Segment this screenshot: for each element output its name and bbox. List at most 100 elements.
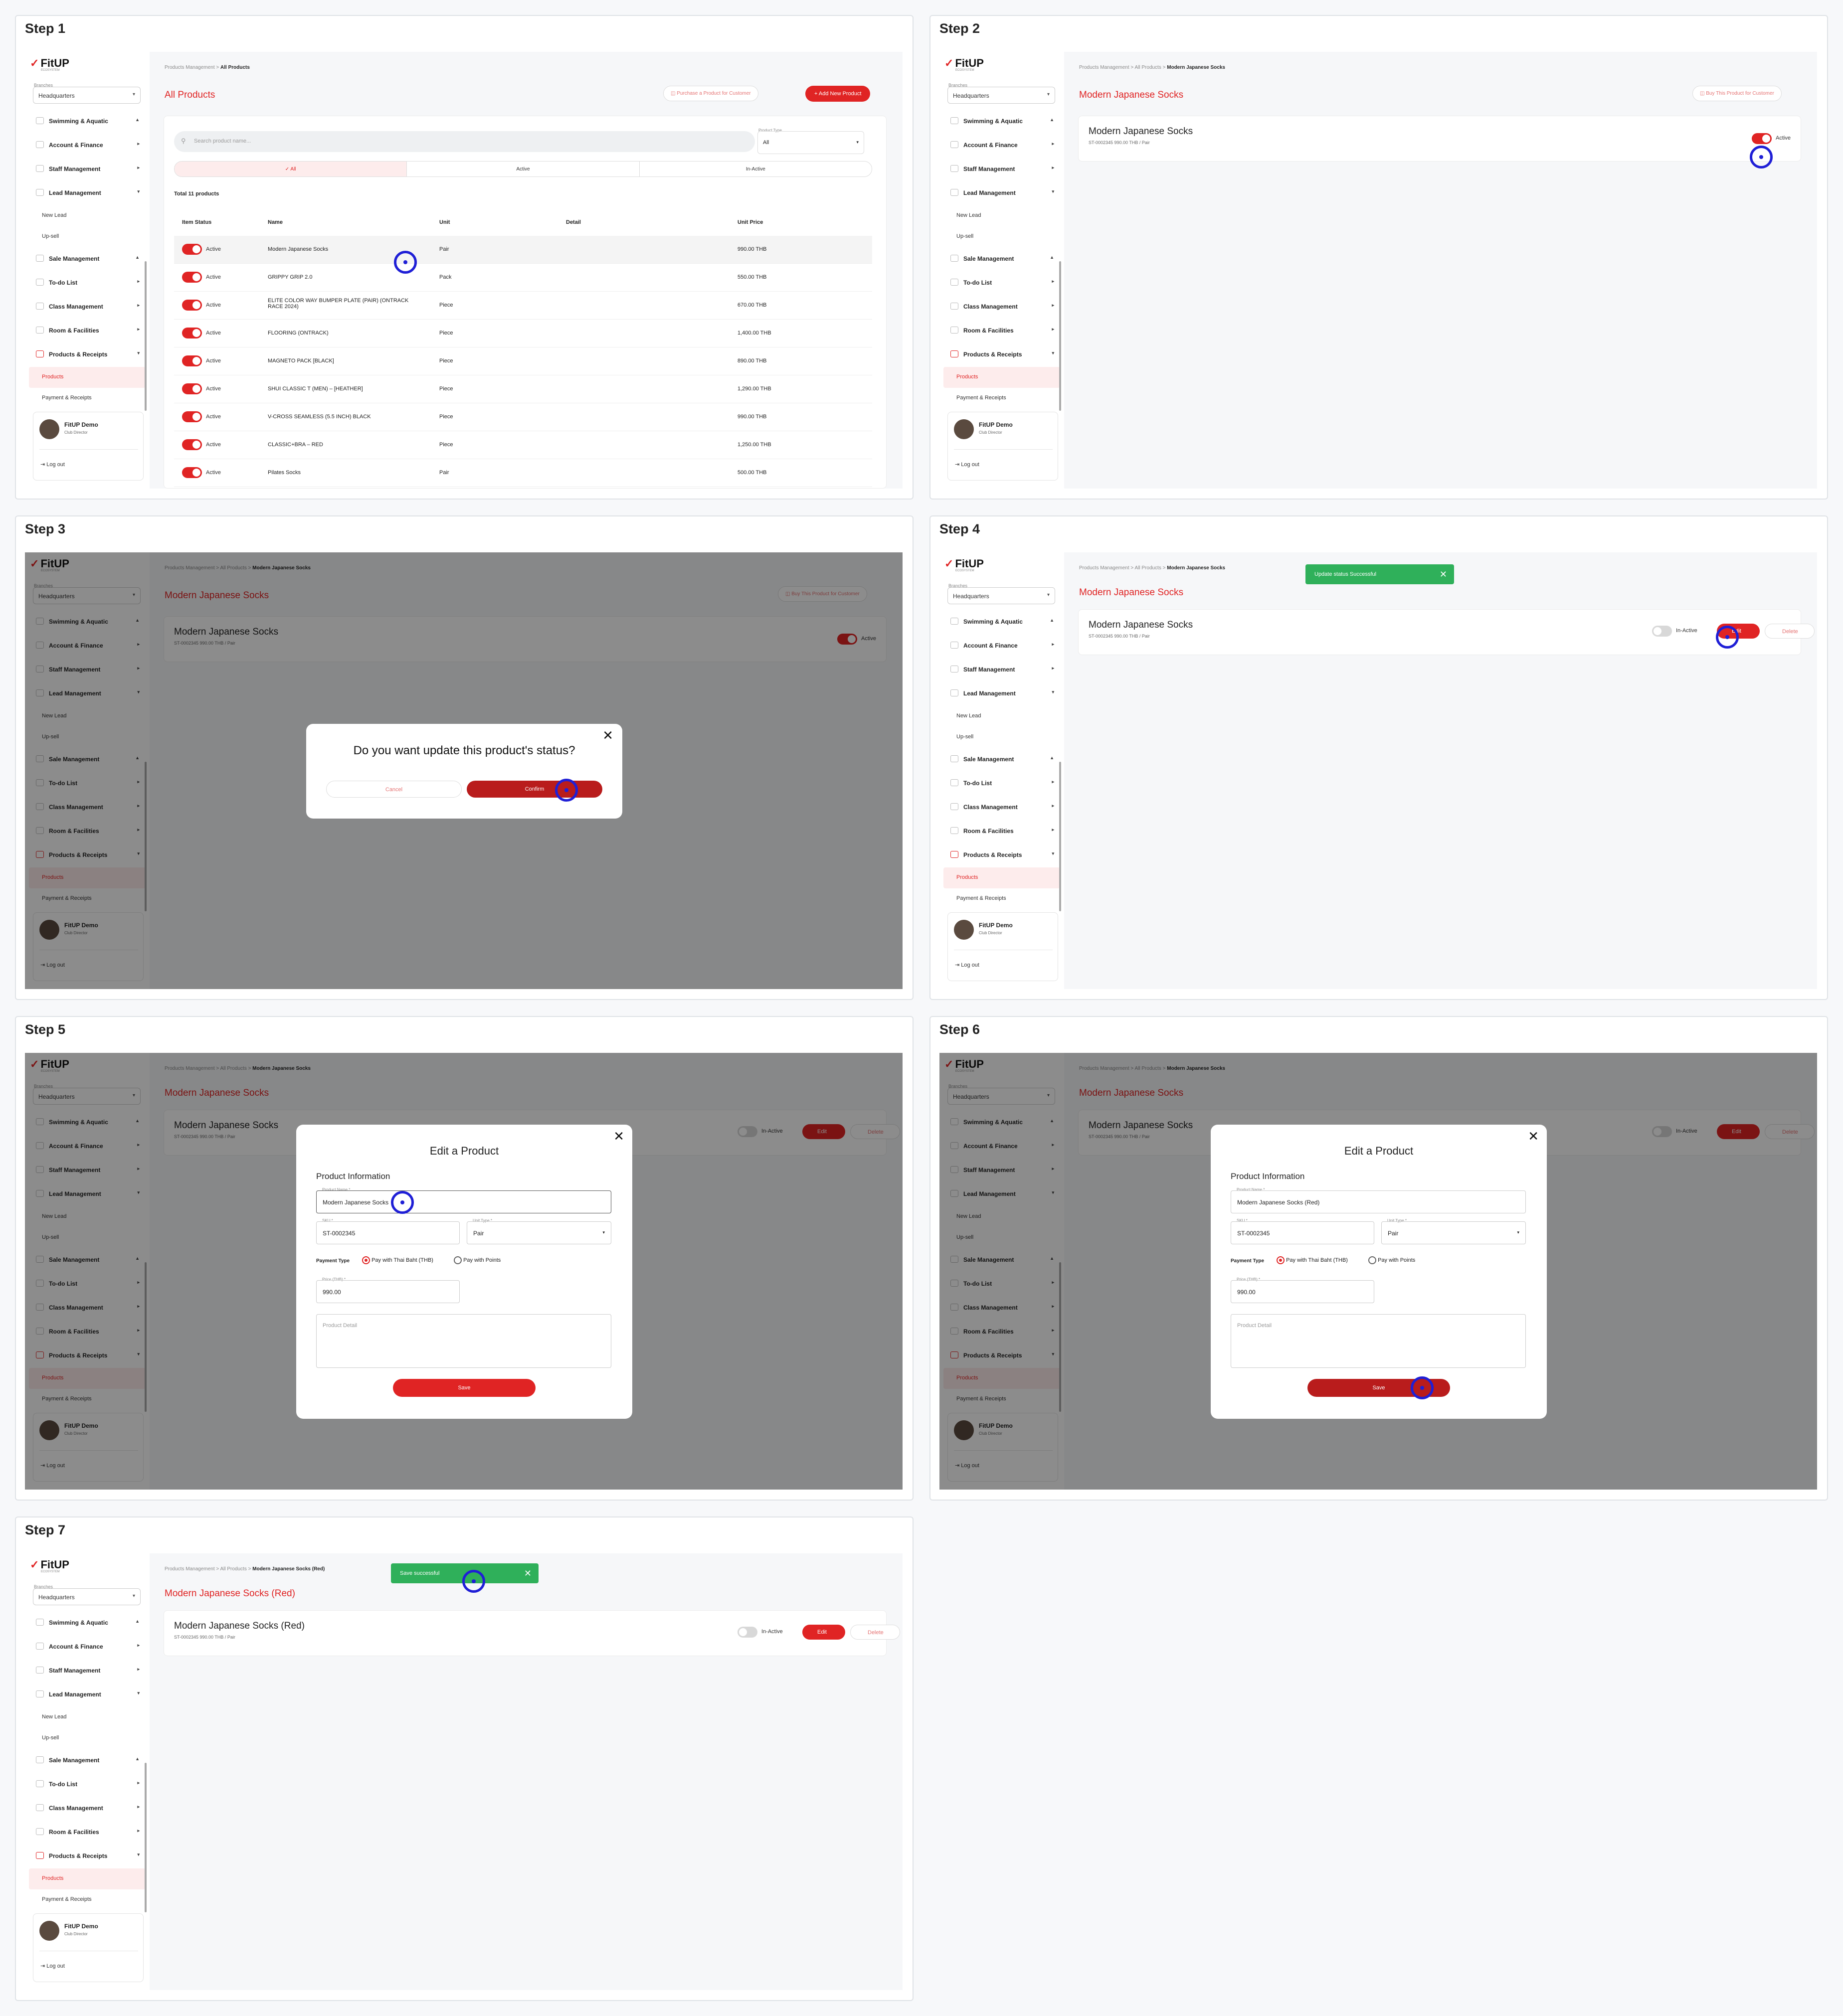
close-icon[interactable]: ✕ bbox=[613, 1129, 624, 1144]
status-toggle[interactable] bbox=[1752, 133, 1772, 144]
tab-inactive[interactable]: In-Active bbox=[640, 162, 872, 176]
unit-type-select[interactable]: Pair ▾ bbox=[467, 1221, 611, 1244]
sidebar-item-payment[interactable]: Payment & Receipts bbox=[939, 388, 1064, 409]
logout-button[interactable]: ⇥ Log out bbox=[955, 962, 979, 968]
product-name-field[interactable]: Modern Japanese Socks bbox=[316, 1190, 611, 1213]
status-toggle[interactable] bbox=[182, 383, 202, 394]
sidebar-item-class[interactable]: Class Management ▸ bbox=[939, 796, 1064, 820]
delete-button[interactable]: Delete bbox=[850, 1625, 900, 1640]
sidebar-item-lead[interactable]: Lead Management ▾ bbox=[939, 181, 1064, 205]
add-new-product-button[interactable]: + Add New Product bbox=[805, 86, 871, 102]
sidebar-item-lead[interactable]: Lead Management ▾ bbox=[25, 1683, 150, 1707]
sidebar-item-upsell[interactable]: Up-sell bbox=[939, 226, 1064, 247]
sidebar-item-staff[interactable]: Staff Management ▸ bbox=[939, 658, 1064, 682]
tab-active[interactable]: Active bbox=[407, 162, 640, 176]
pay-points-radio[interactable]: Pay with Points bbox=[1368, 1256, 1415, 1264]
sidebar-item-sale[interactable]: Sale Management ▲ bbox=[939, 247, 1064, 271]
sidebar-item-swimming[interactable]: Swimming & Aquatic ▲ bbox=[25, 1611, 150, 1635]
sidebar-item-room[interactable]: Room & Facilities ▸ bbox=[939, 319, 1064, 343]
sidebar-item-room[interactable]: Room & Facilities ▸ bbox=[939, 820, 1064, 843]
table-row[interactable]: Active Modern Japanese Socks Pair 990.00 TH… bbox=[174, 236, 872, 264]
logout-button[interactable]: ⇥ Log out bbox=[40, 461, 65, 468]
sidebar-item-account[interactable]: Account & Finance ▸ bbox=[25, 1635, 150, 1659]
branch-select[interactable]: Headquarters ▾ bbox=[33, 1588, 141, 1605]
table-row[interactable]: Active V-CROSS SEAMLESS (5.5 INCH) BLACK P… bbox=[174, 403, 872, 431]
sidebar-item-upsell[interactable]: Up-sell bbox=[25, 1728, 150, 1749]
close-icon[interactable]: ✕ bbox=[524, 1568, 532, 1579]
sidebar-item-account[interactable]: Account & Finance ▸ bbox=[939, 634, 1064, 658]
product-detail-field[interactable]: Product Detail bbox=[1231, 1314, 1526, 1368]
logout-button[interactable]: ⇥ Log out bbox=[955, 461, 979, 468]
delete-button[interactable]: Delete bbox=[1765, 624, 1815, 639]
sidebar-item-upsell[interactable]: Up-sell bbox=[939, 727, 1064, 748]
sidebar-item-staff[interactable]: Staff Management ▸ bbox=[25, 1659, 150, 1683]
product-type-select[interactable]: All ▾ bbox=[757, 131, 864, 154]
status-toggle[interactable] bbox=[182, 411, 202, 422]
edit-button[interactable]: Edit bbox=[802, 1625, 845, 1640]
sidebar-item-swimming[interactable]: Swimming & Aquatic ▲ bbox=[25, 110, 150, 134]
table-row[interactable]: Active ELITE COLOR WAY BUMPER PLATE (PAIR… bbox=[174, 292, 872, 320]
sidebar-item-products-receipts[interactable]: Products & Receipts ▾ bbox=[25, 343, 150, 367]
sidebar-item-room[interactable]: Room & Facilities ▸ bbox=[25, 1821, 150, 1845]
price-field[interactable]: 990.00 bbox=[316, 1280, 460, 1303]
logout-button[interactable]: ⇥ Log out bbox=[40, 1963, 65, 1969]
sidebar-item-products-receipts[interactable]: Products & Receipts ▾ bbox=[939, 843, 1064, 867]
pay-thb-radio[interactable]: Pay with Thai Baht (THB) bbox=[1277, 1256, 1348, 1264]
search-input[interactable]: Search product name... bbox=[174, 131, 755, 152]
status-toggle[interactable] bbox=[182, 244, 202, 255]
table-row[interactable]: Active CLASSIC+BRA – RED Piece 1,250.00 THB bbox=[174, 431, 872, 459]
sidebar-item-payment[interactable]: Payment & Receipts bbox=[25, 1889, 150, 1910]
sidebar-item-new-lead[interactable]: New Lead bbox=[939, 706, 1064, 727]
status-toggle[interactable] bbox=[182, 355, 202, 366]
table-row[interactable]: Active FLOORING (ONTRACK) Piece 1,400.00 TH… bbox=[174, 320, 872, 347]
sidebar-item-todo[interactable]: To-do List ▸ bbox=[939, 772, 1064, 796]
sidebar-item-todo[interactable]: To-do List ▸ bbox=[939, 271, 1064, 295]
sidebar-item-sale[interactable]: Sale Management ▲ bbox=[25, 1749, 150, 1773]
sidebar-item-class[interactable]: Class Management ▸ bbox=[25, 1797, 150, 1821]
table-row[interactable]: Active MAGNETO PACK [BLACK] Piece 890.00 TH… bbox=[174, 347, 872, 375]
cancel-button[interactable]: Cancel bbox=[326, 781, 462, 798]
table-row[interactable]: Active GRIPPY GRIP 2.0 Pack 550.00 THB bbox=[174, 264, 872, 292]
status-toggle[interactable] bbox=[182, 272, 202, 283]
sidebar-item-products-receipts[interactable]: Products & Receipts ▾ bbox=[25, 1845, 150, 1868]
sidebar-item-products-receipts[interactable]: Products & Receipts ▾ bbox=[939, 343, 1064, 367]
confirm-button[interactable]: Confirm bbox=[467, 781, 602, 798]
table-row[interactable]: Active Pilates Socks Pair 500.00 THB bbox=[174, 459, 872, 487]
status-toggle[interactable] bbox=[1652, 626, 1672, 637]
sidebar-item-products[interactable]: Products bbox=[943, 367, 1060, 388]
purchase-product-button[interactable]: ◫ Purchase a Product for Customer bbox=[663, 86, 758, 101]
sidebar-item-todo[interactable]: To-do List ▸ bbox=[25, 1773, 150, 1797]
status-toggle[interactable] bbox=[182, 439, 202, 450]
sidebar-item-sale[interactable]: Sale Management ▲ bbox=[25, 247, 150, 271]
sidebar-item-sale[interactable]: Sale Management ▲ bbox=[939, 748, 1064, 772]
close-icon[interactable]: ✕ bbox=[1528, 1129, 1539, 1144]
sidebar-item-staff[interactable]: Staff Management ▸ bbox=[939, 158, 1064, 181]
sidebar-scrollbar[interactable] bbox=[1059, 762, 1061, 911]
pay-thb-radio[interactable]: Pay with Thai Baht (THB) bbox=[362, 1256, 433, 1264]
sidebar-scrollbar[interactable] bbox=[1059, 261, 1061, 411]
branch-select[interactable]: Headquarters ▾ bbox=[33, 87, 141, 104]
sidebar-item-lead[interactable]: Lead Management ▾ bbox=[939, 682, 1064, 706]
status-toggle[interactable] bbox=[182, 328, 202, 338]
sidebar-item-room[interactable]: Room & Facilities ▸ bbox=[25, 319, 150, 343]
buy-product-button[interactable]: ◫ Buy This Product for Customer bbox=[1692, 86, 1782, 101]
sidebar-item-new-lead[interactable]: New Lead bbox=[25, 205, 150, 226]
save-button[interactable]: Save bbox=[393, 1379, 536, 1397]
sidebar-item-products[interactable]: Products bbox=[943, 867, 1060, 888]
sidebar-item-swimming[interactable]: Swimming & Aquatic ▲ bbox=[939, 110, 1064, 134]
close-icon[interactable]: ✕ bbox=[602, 728, 613, 743]
sidebar-item-lead[interactable]: Lead Management ▾ bbox=[25, 181, 150, 205]
status-toggle[interactable] bbox=[182, 467, 202, 478]
sidebar-item-account[interactable]: Account & Finance ▸ bbox=[25, 134, 150, 158]
close-icon[interactable]: ✕ bbox=[1440, 569, 1447, 580]
sidebar-item-new-lead[interactable]: New Lead bbox=[25, 1707, 150, 1728]
sidebar-item-staff[interactable]: Staff Management ▸ bbox=[25, 158, 150, 181]
sidebar-item-payment[interactable]: Payment & Receipts bbox=[25, 388, 150, 409]
price-field[interactable]: 990.00 bbox=[1231, 1280, 1374, 1303]
table-row[interactable]: Active SHUI CLASSIC T (MEN) – [HEATHER] Pi… bbox=[174, 375, 872, 403]
product-detail-field[interactable]: Product Detail bbox=[316, 1314, 611, 1368]
sidebar-item-class[interactable]: Class Management ▸ bbox=[25, 295, 150, 319]
status-toggle[interactable] bbox=[182, 300, 202, 311]
branch-select[interactable]: Headquarters ▾ bbox=[947, 587, 1055, 604]
sidebar-item-products[interactable]: Products bbox=[29, 1868, 146, 1889]
